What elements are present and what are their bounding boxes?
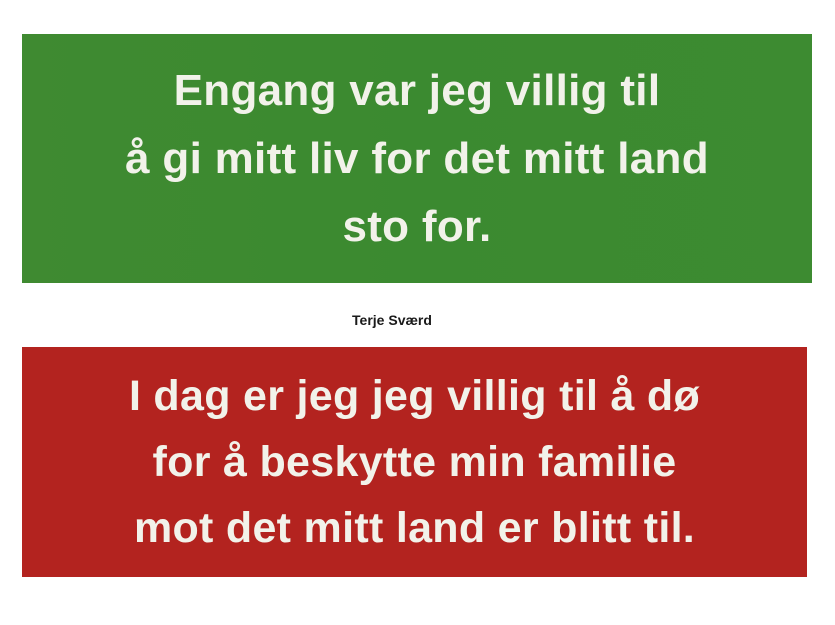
bottom-quote-banner: I dag er jeg jeg villig til å dø for å b… xyxy=(22,347,807,577)
top-quote-banner: Engang var jeg villig til å gi mitt liv … xyxy=(22,34,812,283)
bottom-quote-line-3: mot det mitt land er blitt til. xyxy=(133,504,696,552)
top-quote-line-3: sto for. xyxy=(342,201,492,251)
bottom-quote-line-1: I dag er jeg jeg villig til å dø xyxy=(128,372,701,420)
bottom-quote-line-2: for å beskytte min familie xyxy=(152,438,677,486)
top-quote-line-1: Engang var jeg villig til xyxy=(173,65,661,115)
top-quote-line-2: å gi mitt liv for det mitt land xyxy=(125,133,709,183)
author-caption: Terje Sværd xyxy=(352,312,432,328)
